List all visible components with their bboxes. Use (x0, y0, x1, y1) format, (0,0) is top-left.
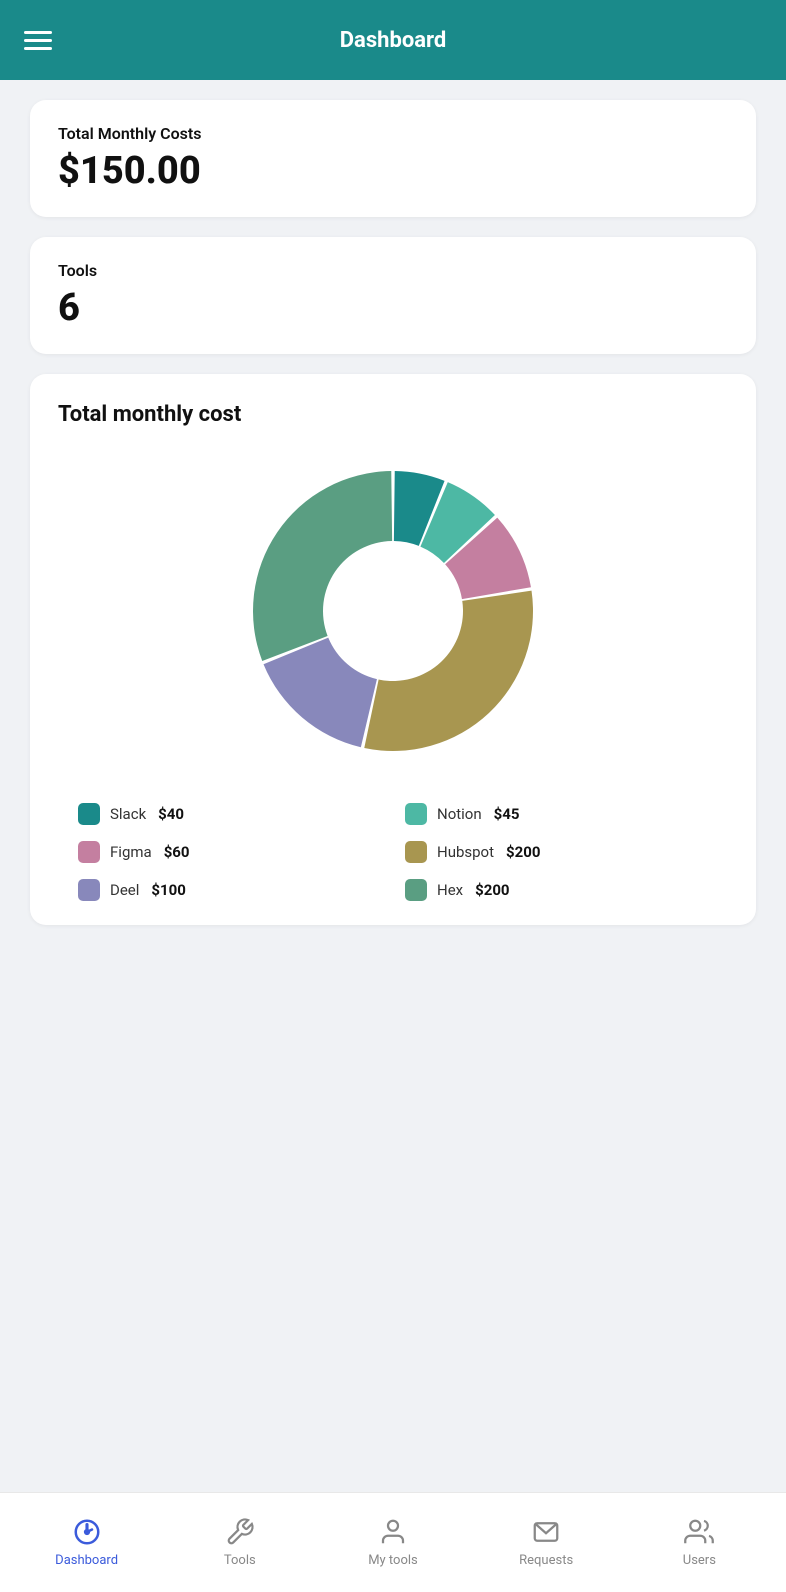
nav-label-dashboard: Dashboard (55, 1553, 118, 1568)
requests-icon (531, 1517, 561, 1547)
chart-legend: Slack $40 Notion $45 Figma $60 Hubspot $200… (58, 803, 728, 901)
users-icon (684, 1517, 714, 1547)
nav-label-requests: Requests (519, 1553, 573, 1568)
main-content: Total Monthly Costs $150.00 Tools 6 Tota… (0, 80, 786, 1045)
legend-value: $45 (494, 805, 520, 823)
donut-chart (58, 451, 728, 771)
legend-color (405, 879, 427, 901)
mytools-icon (378, 1517, 408, 1547)
legend-value: $40 (158, 805, 184, 823)
legend-item: Figma $60 (78, 841, 381, 863)
legend-color (405, 803, 427, 825)
tools-count-card: Tools 6 (30, 237, 756, 354)
legend-name: Notion (437, 805, 482, 823)
donut-chart-svg (233, 451, 553, 771)
app-header: Dashboard (0, 0, 786, 80)
nav-item-users[interactable]: Users (659, 1517, 739, 1568)
nav-item-requests[interactable]: Requests (506, 1517, 586, 1568)
tools-value: 6 (58, 286, 728, 330)
page-title: Dashboard (340, 28, 447, 53)
legend-item: Hex $200 (405, 879, 708, 901)
legend-value: $200 (475, 881, 509, 899)
nav-item-mytools[interactable]: My tools (353, 1517, 433, 1568)
chart-title: Total monthly cost (58, 402, 728, 427)
legend-name: Deel (110, 881, 139, 899)
legend-item: Notion $45 (405, 803, 708, 825)
chart-card: Total monthly cost Slack $40 Notion $45 Fi… (30, 374, 756, 925)
legend-color (78, 879, 100, 901)
legend-item: Hubspot $200 (405, 841, 708, 863)
nav-item-dashboard[interactable]: Dashboard (47, 1517, 127, 1568)
legend-name: Hex (437, 881, 463, 899)
nav-label-tools: Tools (224, 1553, 256, 1568)
legend-value: $60 (164, 843, 190, 861)
total-monthly-costs-value: $150.00 (58, 149, 728, 193)
nav-label-mytools: My tools (368, 1553, 418, 1568)
menu-icon[interactable] (24, 31, 52, 50)
total-monthly-costs-card: Total Monthly Costs $150.00 (30, 100, 756, 217)
tools-icon (225, 1517, 255, 1547)
bottom-nav: Dashboard Tools My tools Requests (0, 1492, 786, 1592)
legend-color (405, 841, 427, 863)
legend-value: $100 (151, 881, 185, 899)
legend-name: Figma (110, 843, 152, 861)
legend-color (78, 803, 100, 825)
legend-item: Slack $40 (78, 803, 381, 825)
legend-item: Deel $100 (78, 879, 381, 901)
nav-label-users: Users (683, 1553, 716, 1568)
legend-name: Hubspot (437, 843, 494, 861)
legend-name: Slack (110, 805, 146, 823)
nav-item-tools[interactable]: Tools (200, 1517, 280, 1568)
tools-label: Tools (58, 261, 728, 280)
legend-color (78, 841, 100, 863)
legend-value: $200 (506, 843, 540, 861)
dashboard-icon (72, 1517, 102, 1547)
total-monthly-costs-label: Total Monthly Costs (58, 124, 728, 143)
